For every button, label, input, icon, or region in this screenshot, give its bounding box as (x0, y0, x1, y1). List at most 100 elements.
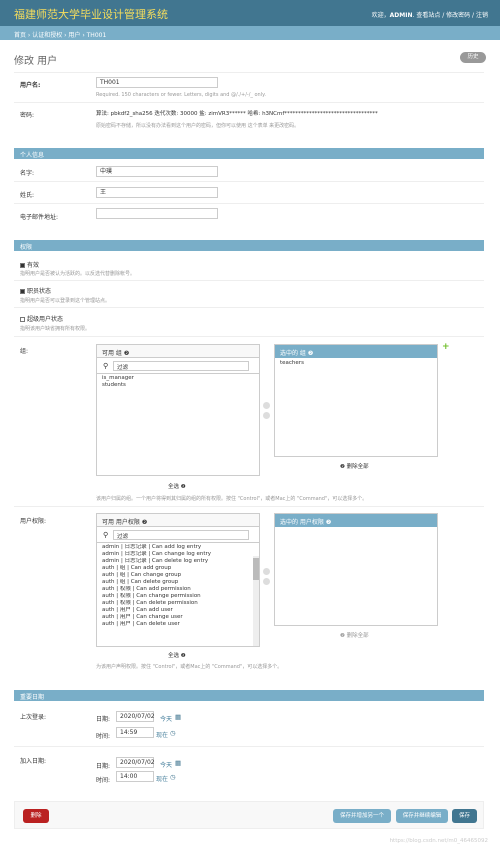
perms-available-title: 可用 用户权限 ❷ (97, 514, 259, 527)
permission-option[interactable]: admin | 日志记录 | Can add log entry (97, 544, 254, 551)
section-dates: 重要日期 (14, 690, 484, 701)
checkbox-unchecked[interactable] (20, 317, 25, 322)
perms-available-box: 可用 用户权限 ❷ ⚲ 过滤 admin | 日志记录 | Can add lo… (96, 513, 260, 647)
username: ADMIN (389, 12, 413, 19)
site-header: 福建师范大学毕业设计管理系统 欢迎，ADMIN. 查看站点 / 修改密码 / 注… (0, 0, 500, 26)
permission-option[interactable]: auth | 用户 | Can change user (97, 614, 254, 621)
joined-label: 加入日期: (20, 758, 47, 765)
last-name-input[interactable]: 王 (96, 187, 218, 198)
permission-option[interactable]: auth | 权限 | Can change permission (97, 593, 254, 600)
permission-option[interactable]: auth | 组 | Can add group (97, 565, 254, 572)
add-group-icon[interactable]: + (442, 342, 450, 352)
welcome-text: 欢迎， (371, 12, 390, 19)
username-label: 用户名: (20, 82, 41, 89)
permission-option[interactable]: admin | 日志记录 | Can delete log entry (97, 558, 254, 565)
joined-time-input[interactable]: 14:00 (116, 771, 154, 782)
perms-filter-row: ⚲ 过滤 (97, 527, 259, 543)
perms-select-all[interactable]: 全选 ❷ (168, 651, 186, 659)
today-link[interactable]: 今天 (160, 714, 172, 723)
perms-filter-input[interactable]: 过滤 (113, 530, 249, 540)
password-label: 密码: (20, 112, 35, 119)
page-title: 修改 用户 (14, 56, 58, 67)
last-login-time-input[interactable]: 14:59 (116, 727, 154, 738)
checkbox-checked[interactable] (20, 289, 25, 294)
permission-option[interactable]: auth | 权限 | Can add permission (97, 586, 254, 593)
now-link[interactable]: 现在 (156, 774, 168, 783)
remove-arrow-icon[interactable] (263, 412, 270, 419)
permission-option[interactable]: auth | 组 | Can change group (97, 572, 254, 579)
group-option[interactable]: is_manager (97, 375, 259, 382)
staff-help: 指明用户是否可以登录到这个管理站点。 (20, 298, 111, 304)
group-option[interactable]: students (97, 382, 259, 389)
groups-help: 该用户归属的组。一个用户将得到其归属的组的所有权限。按住 "Control"，或… (96, 496, 368, 502)
email-label: 电子邮件地址: (20, 214, 59, 221)
perms-remove-all[interactable]: ❷ 删除全部 (340, 631, 369, 639)
email-input[interactable] (96, 208, 218, 219)
site-title[interactable]: 福建师范大学毕业设计管理系统 (14, 6, 168, 22)
permission-option[interactable]: admin | 日志记录 | Can change log entry (97, 551, 254, 558)
username-input[interactable]: TH001 (96, 77, 218, 88)
save-add-another-button[interactable]: 保存并增加另一个 (333, 809, 391, 823)
superuser-checkbox[interactable]: 超级用户状态 (20, 314, 63, 323)
remove-arrow-icon[interactable] (263, 578, 270, 585)
staff-checkbox[interactable]: 职员状态 (20, 286, 51, 295)
permission-option[interactable]: auth | 组 | Can delete group (97, 579, 254, 586)
perms-chosen-title: 选中的 用户权限 ❷ (275, 514, 437, 527)
permission-option[interactable]: auth | 用户 | Can delete user (97, 621, 254, 628)
now-link[interactable]: 现在 (156, 730, 168, 739)
today-link[interactable]: 今天 (160, 760, 172, 769)
breadcrumb[interactable]: 首页 › 认证和授权 › 用户 › TH001 (0, 26, 500, 40)
clock-icon[interactable]: ◷ (170, 773, 176, 781)
perms-scrollbar[interactable] (253, 556, 259, 646)
active-help: 指明用户是否被认为活跃的。以反选代替删除帐号。 (20, 271, 136, 277)
perms-chosen-box: 选中的 用户权限 ❷ (274, 513, 438, 626)
permission-option[interactable]: auth | 权限 | Can delete permission (97, 600, 254, 607)
groups-chosen-box: 选中的 组 ❷ teachers (274, 344, 438, 457)
username-help: Required. 150 characters or fewer. Lette… (96, 92, 266, 98)
groups-available-box: 可用 组 ❷ ⚲ 过滤 is_manager students (96, 344, 260, 476)
first-name-input[interactable]: 中璞 (96, 166, 218, 177)
search-icon: ⚲ (103, 362, 109, 370)
save-button[interactable]: 保存 (452, 809, 477, 823)
divider (14, 280, 484, 281)
add-arrow-icon[interactable] (263, 402, 270, 409)
divider (14, 746, 484, 747)
superuser-help: 指明该用户缺省拥有所有权限。 (20, 326, 91, 332)
section-permissions: 权限 (14, 240, 484, 251)
delete-button[interactable]: 删除 (23, 809, 49, 823)
checkbox-checked[interactable] (20, 263, 25, 268)
divider (14, 203, 484, 204)
groups-filter-input[interactable]: 过滤 (113, 361, 249, 371)
perms-available-list[interactable]: admin | 日志记录 | Can add log entry admin | … (97, 544, 254, 628)
clock-icon[interactable]: ◷ (170, 729, 176, 737)
submit-row: 删除 保存并增加另一个 保存并继续编辑 保存 (14, 801, 484, 829)
save-continue-button[interactable]: 保存并继续编辑 (396, 809, 448, 823)
divider (14, 181, 484, 182)
groups-filter-row: ⚲ 过滤 (97, 358, 259, 374)
active-checkbox[interactable]: 有效 (20, 260, 39, 269)
add-arrow-icon[interactable] (263, 568, 270, 575)
calendar-icon[interactable]: ▦ (175, 759, 181, 767)
divider (14, 336, 484, 337)
joined-date-input[interactable]: 2020/07/02 (116, 757, 155, 768)
groups-available-title: 可用 组 ❷ (97, 345, 259, 358)
groups-select-all[interactable]: 全选 ❷ (168, 482, 186, 490)
groups-chosen-list[interactable]: teachers (275, 360, 437, 367)
divider (14, 72, 484, 73)
groups-remove-all[interactable]: ❷ 删除全部 (340, 462, 369, 470)
groups-available-list[interactable]: is_manager students (97, 375, 259, 389)
group-chosen-option[interactable]: teachers (275, 360, 437, 367)
user-links[interactable]: . 查看站点 / 修改密码 / 注销 (413, 12, 489, 19)
history-button[interactable]: 历史 (460, 52, 486, 63)
password-hash: 算法: pbkdf2_sha256 迭代次数: 30000 盐: zimVR3*… (96, 111, 378, 117)
permission-option[interactable]: auth | 用户 | Can add user (97, 607, 254, 614)
date-label: 日期: (96, 763, 111, 770)
last-login-date-input[interactable]: 2020/07/02 (116, 711, 155, 722)
section-personal: 个人信息 (14, 148, 484, 159)
divider (14, 506, 484, 507)
scrollbar-thumb[interactable] (253, 558, 259, 580)
time-label: 时间: (96, 777, 111, 784)
password-help[interactable]: 原始密码不存储，所以没有办法看到这个用户的密码，但你可以使用 这个表单 来更改密… (96, 122, 299, 129)
calendar-icon[interactable]: ▦ (175, 713, 181, 721)
user-tools: 欢迎，ADMIN. 查看站点 / 修改密码 / 注销 (372, 10, 488, 19)
